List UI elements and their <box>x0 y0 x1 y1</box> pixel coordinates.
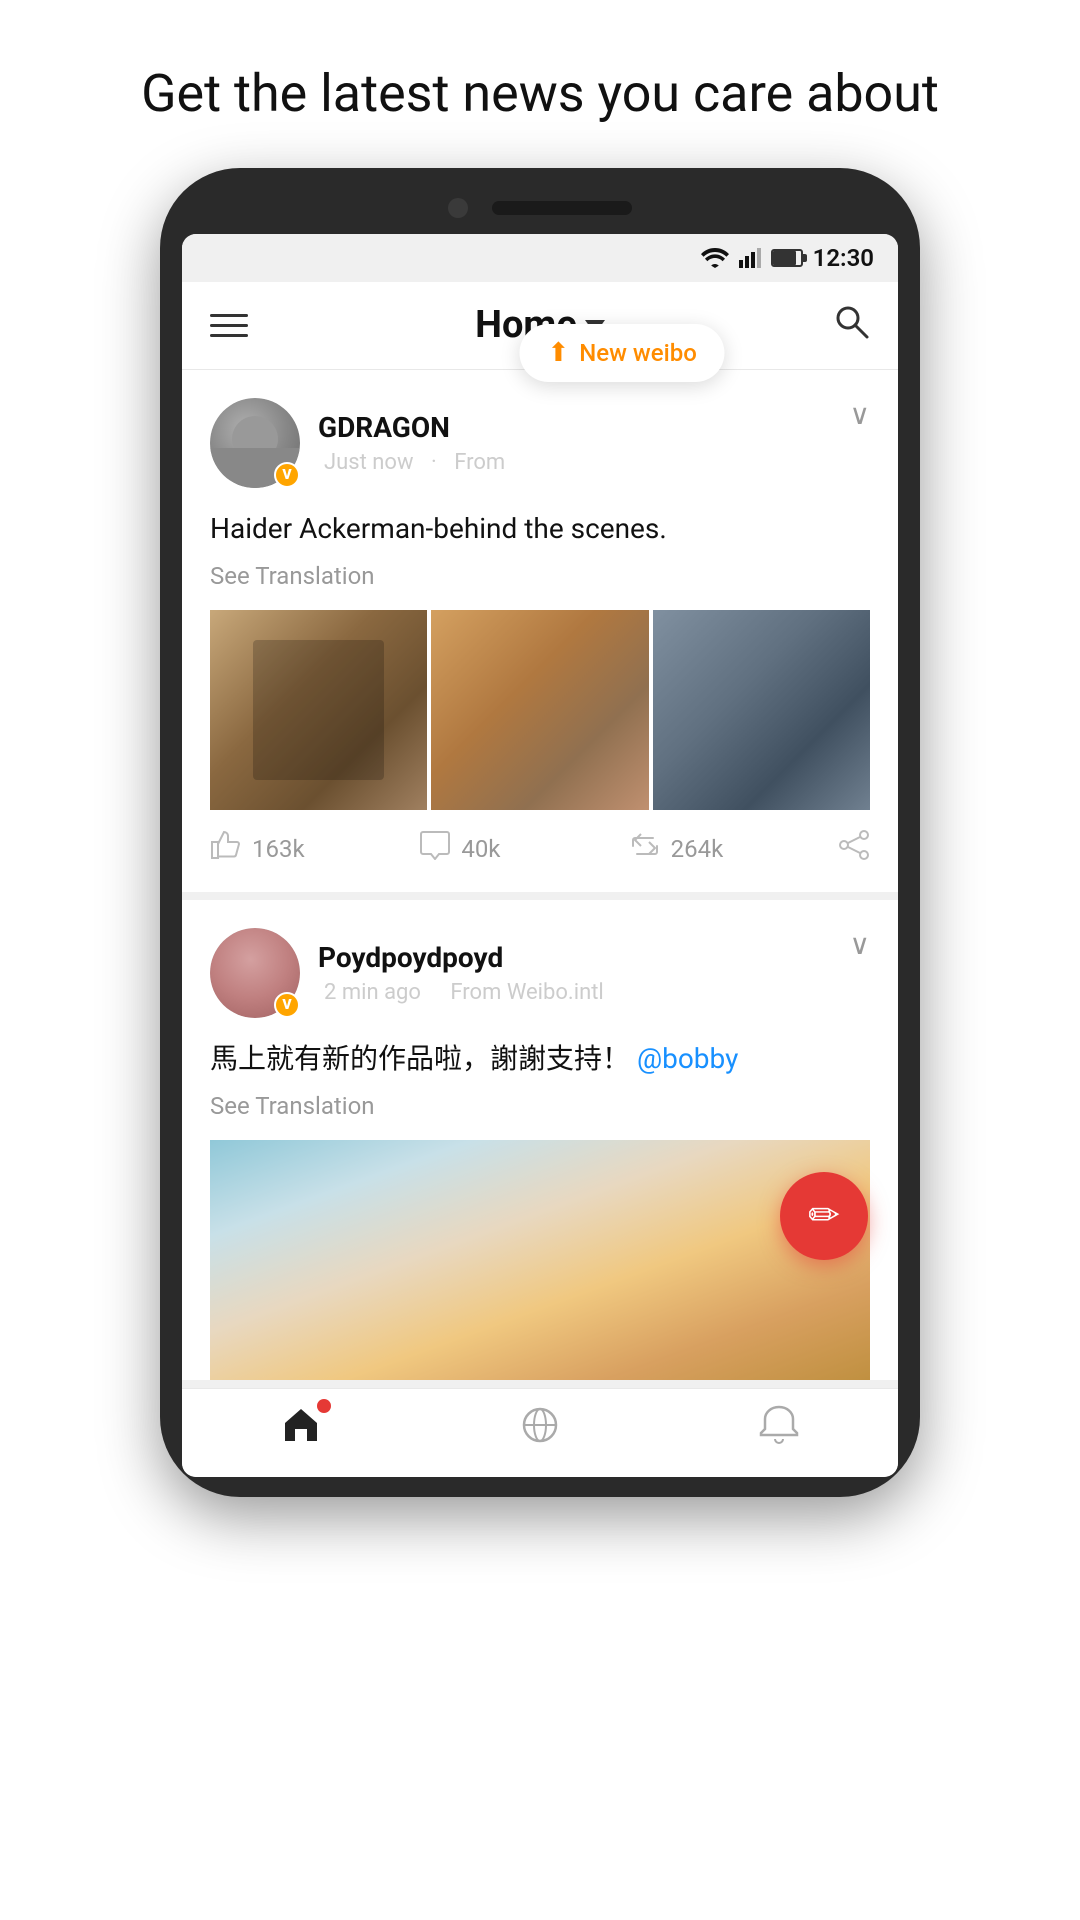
new-weibo-toast[interactable]: ⬆ New weibo <box>519 324 724 382</box>
post-1-avatar-container: V <box>210 398 300 488</box>
new-weibo-arrow-icon: ⬆ <box>547 338 569 368</box>
battery-icon <box>771 249 803 267</box>
post-1-like-button[interactable]: 163k <box>210 830 419 868</box>
status-icons: 12:30 <box>701 244 874 272</box>
post-2-image-content <box>210 1140 870 1380</box>
bottom-nav <box>182 1388 898 1477</box>
nav-home-button[interactable] <box>279 1403 323 1457</box>
repost-icon <box>629 830 661 868</box>
discover-icon <box>518 1403 562 1457</box>
post-1-repost-count: 264k <box>671 835 724 863</box>
hamburger-button[interactable] <box>210 314 248 337</box>
compose-icon: ✏ <box>808 1197 840 1235</box>
search-button[interactable] <box>832 302 870 349</box>
post-1-like-count: 163k <box>252 835 305 863</box>
post-2: V Poydpoydpoyd 2 min ago From Weibo.intl… <box>182 900 898 1388</box>
post-2-verified-badge: V <box>274 992 300 1018</box>
status-bar: 12:30 <box>182 234 898 282</box>
feed: ⬆ New weibo V GDRAGON <box>182 370 898 1388</box>
post-1: V GDRAGON Just now · From ∨ Ha <box>182 370 898 900</box>
post-2-see-translation[interactable]: See Translation <box>210 1092 870 1120</box>
phone-shell: 12:30 Home ⬆ New weibo <box>160 168 920 1497</box>
phone-top-bar <box>182 198 898 218</box>
post-1-image-3[interactable] <box>653 610 870 810</box>
nav-discover-button[interactable] <box>518 1403 562 1457</box>
post-1-comment-button[interactable]: 40k <box>419 830 628 868</box>
phone-speaker <box>492 201 632 215</box>
post-1-more-button[interactable]: ∨ <box>850 398 871 431</box>
post-2-source: From Weibo.intl <box>450 980 603 1005</box>
post-2-username: Poydpoydpoyd <box>318 941 610 974</box>
post-2-mention[interactable]: @bobby <box>637 1042 738 1075</box>
like-icon <box>210 830 242 868</box>
post-1-source: From <box>454 450 505 475</box>
post-1-verified-badge: V <box>274 462 300 488</box>
post-1-user-info: GDRAGON Just now · From <box>318 411 511 475</box>
status-time: 12:30 <box>813 244 874 272</box>
post-1-username: GDRAGON <box>318 411 511 444</box>
post-2-content: 馬上就有新的作品啦，謝謝支持！ @bobby <box>210 1038 870 1080</box>
post-1-share-button[interactable] <box>838 830 870 868</box>
post-2-time: 2 min ago <box>324 980 421 1005</box>
compose-button[interactable]: ✏ <box>780 1172 868 1260</box>
notification-icon <box>757 1403 801 1457</box>
post-1-header: V GDRAGON Just now · From ∨ <box>210 398 870 488</box>
nav-notifications-button[interactable] <box>757 1403 801 1457</box>
post-2-user: V Poydpoydpoyd 2 min ago From Weibo.intl <box>210 928 610 1018</box>
post-1-content: Haider Ackerman-behind the scenes. <box>210 508 870 550</box>
home-icon <box>279 1403 323 1457</box>
post-1-comment-count: 40k <box>461 835 500 863</box>
home-notification-dot <box>317 1399 331 1413</box>
post-1-repost-button[interactable]: 264k <box>629 830 838 868</box>
phone-screen: 12:30 Home ⬆ New weibo <box>182 234 898 1477</box>
post-2-more-button[interactable]: ∨ <box>850 928 871 961</box>
post-1-image-grid <box>210 610 870 810</box>
post-2-meta: 2 min ago From Weibo.intl <box>318 980 610 1005</box>
page-headline: Get the latest news you care about <box>61 0 1019 168</box>
post-2-text: 馬上就有新的作品啦，謝謝支持！ <box>210 1042 630 1075</box>
share-icon <box>838 830 870 868</box>
post-1-actions: 163k 40k <box>210 810 870 892</box>
wifi-icon <box>701 248 729 268</box>
post-1-see-translation[interactable]: See Translation <box>210 562 870 590</box>
post-1-separator: · <box>431 450 437 475</box>
new-weibo-label: New weibo <box>579 339 697 367</box>
post-2-avatar-container: V <box>210 928 300 1018</box>
post-1-user: V GDRAGON Just now · From <box>210 398 511 488</box>
post-2-user-info: Poydpoydpoyd 2 min ago From Weibo.intl <box>318 941 610 1005</box>
comment-icon <box>419 830 451 868</box>
post-2-image[interactable] <box>210 1140 870 1380</box>
post-1-image-2[interactable] <box>431 610 648 810</box>
post-1-image-1[interactable] <box>210 610 427 810</box>
signal-icon <box>739 248 761 268</box>
post-2-header: V Poydpoydpoyd 2 min ago From Weibo.intl… <box>210 928 870 1018</box>
phone-camera <box>448 198 468 218</box>
post-1-time: Just now <box>324 450 414 475</box>
post-1-meta: Just now · From <box>318 450 511 475</box>
